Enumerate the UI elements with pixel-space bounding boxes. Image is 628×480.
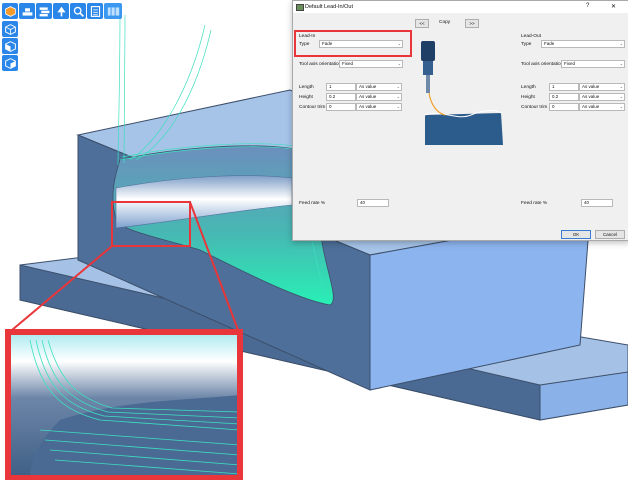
lead-in-contour-mode-value: As value (359, 104, 377, 109)
lead-out-height-mode-value: As value (582, 94, 600, 99)
lead-out-contour-input[interactable]: 0 (549, 103, 579, 111)
tree-icon[interactable] (53, 3, 69, 19)
lead-in-height-mode[interactable]: As value ⌄ (356, 93, 402, 101)
lead-out-feed-label: Feed rate % (521, 201, 548, 206)
lead-in-height-input[interactable]: 0.2 (326, 93, 356, 101)
lead-preview-illustration (421, 41, 503, 145)
lead-in-height-mode-value: As value (359, 94, 377, 99)
lead-in-length-mode[interactable]: As value ⌄ (356, 83, 402, 91)
machine-icon[interactable] (19, 3, 35, 19)
chevron-down-icon: ⌄ (619, 84, 623, 89)
copy-right-button[interactable]: >> (465, 19, 479, 28)
lead-in-contour-input[interactable]: 0 (326, 103, 356, 111)
lead-out-type-select[interactable]: Fade ⌄ (541, 40, 625, 48)
grid-icon[interactable] (104, 3, 122, 19)
dialog-titlebar[interactable]: Default Lead-In/Out ? ✕ (293, 1, 628, 13)
chevron-down-icon: ⌄ (619, 94, 623, 99)
dialog-app-icon (296, 4, 304, 11)
copy-label: Copy (439, 20, 451, 25)
lead-out-contour-mode-value: As value (582, 104, 600, 109)
zoom-inset (5, 329, 243, 480)
zoom-icon[interactable] (70, 3, 86, 19)
lead-out-length-label: Length (521, 85, 536, 90)
lead-in-feed-input[interactable]: 40 (357, 199, 389, 207)
lead-in-out-dialog: Default Lead-In/Out ? ✕ << Copy >> Lead-… (292, 0, 628, 241)
lead-out-tool-axis-label: Tool axis orientation (521, 62, 564, 67)
cube-orange-icon[interactable] (2, 3, 18, 19)
lead-out-contour-label: Contour trim (521, 105, 548, 110)
lead-out-length-mode[interactable]: As value ⌄ (579, 83, 625, 91)
lead-in-height-label: Height (299, 95, 313, 100)
cancel-button[interactable]: Cancel (595, 230, 625, 239)
lead-in-tool-axis-select[interactable]: Fixed ⌄ (339, 60, 403, 68)
copy-left-button[interactable]: << (415, 19, 429, 28)
chevron-down-icon: ⌄ (619, 41, 623, 46)
lead-in-tool-axis-value: Fixed (342, 61, 354, 66)
close-button[interactable]: ✕ (611, 3, 616, 10)
lead-in-contour-mode[interactable]: As value ⌄ (356, 103, 402, 111)
lead-out-feed-input[interactable]: 40 (581, 199, 613, 207)
dialog-title: Default Lead-In/Out (305, 4, 354, 10)
lead-in-length-mode-value: As value (359, 84, 377, 89)
help-button[interactable]: ? (586, 3, 589, 9)
lead-in-contour-label: Contour trim (299, 105, 326, 110)
lead-in-feed-label: Feed rate % (299, 201, 326, 206)
chevron-down-icon: ⌄ (619, 104, 623, 109)
lead-out-tool-axis-value: Fixed (564, 61, 576, 66)
chevron-down-icon: ⌄ (396, 104, 400, 109)
lead-in-tool-axis-label: Tool axis orientation (299, 62, 342, 67)
lead-out-length-mode-value: As value (582, 84, 600, 89)
lead-out-height-label: Height (521, 95, 535, 100)
lead-out-type-label: Type (521, 42, 532, 47)
chevron-down-icon: ⌄ (397, 61, 401, 66)
view-front-icon[interactable] (2, 38, 18, 54)
lead-out-type-value: Fade (544, 41, 555, 46)
lead-in-highlight (294, 30, 412, 57)
layers-icon[interactable] (36, 3, 52, 19)
lead-out-header: Lead-Out (521, 34, 542, 39)
view-iso-icon[interactable] (2, 21, 18, 37)
chevron-down-icon: ⌄ (396, 84, 400, 89)
lead-out-height-input[interactable]: 0.2 (549, 93, 579, 101)
lead-in-length-input[interactable]: 1 (326, 83, 356, 91)
lead-out-height-mode[interactable]: As value ⌄ (579, 93, 625, 101)
view-side-icon[interactable] (2, 55, 18, 71)
ok-button[interactable]: OK (561, 230, 591, 239)
list-icon[interactable] (87, 3, 103, 19)
lead-out-tool-axis-select[interactable]: Fixed ⌄ (561, 60, 625, 68)
lead-out-contour-mode[interactable]: As value ⌄ (579, 103, 625, 111)
chevron-down-icon: ⌄ (619, 61, 623, 66)
lead-in-length-label: Length (299, 85, 314, 90)
lead-out-length-input[interactable]: 1 (549, 83, 579, 91)
chevron-down-icon: ⌄ (396, 94, 400, 99)
